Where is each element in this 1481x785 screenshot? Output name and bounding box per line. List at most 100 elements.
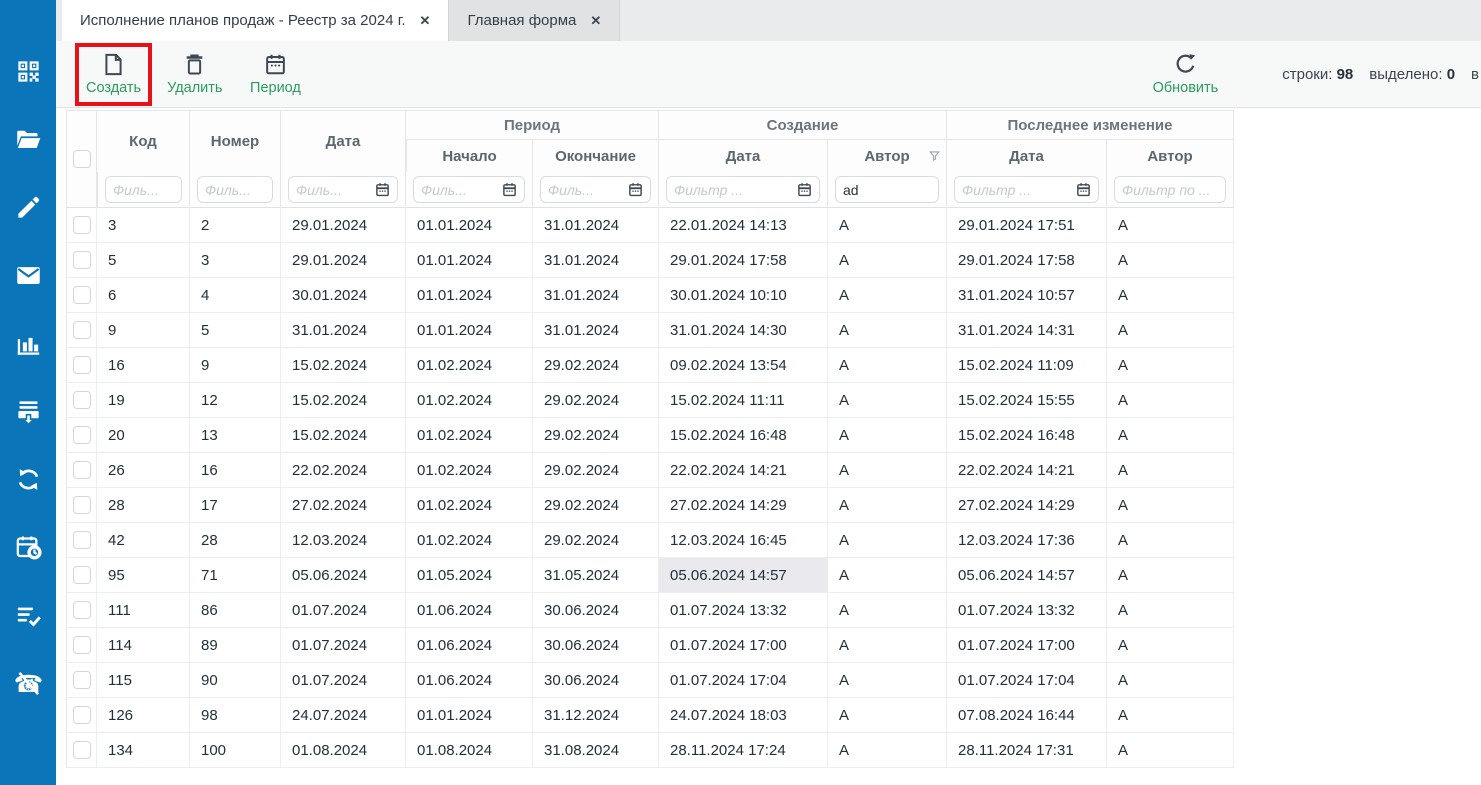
sidebar-item-phone-disabled[interactable]: ☎ xyxy=(15,670,42,697)
cell-period-end[interactable]: 29.02.2024 xyxy=(533,488,659,523)
row-checkbox[interactable] xyxy=(73,391,91,409)
cell-created-author[interactable]: A xyxy=(828,348,947,383)
row-checkbox[interactable] xyxy=(73,636,91,654)
cell-modified-author[interactable]: A xyxy=(1107,348,1234,383)
cell-modified-author[interactable]: A xyxy=(1107,663,1234,698)
table-row[interactable]: 16 9 15.02.2024 01.02.2024 29.02.2024 09… xyxy=(66,348,1234,383)
table-row[interactable]: 134 100 01.08.2024 01.08.2024 31.08.2024… xyxy=(66,733,1234,768)
cell-modified-date[interactable]: 07.08.2024 16:44 xyxy=(947,698,1107,733)
table-row[interactable]: 3 2 29.01.2024 01.01.2024 31.01.2024 22.… xyxy=(66,208,1234,243)
cell-created-author[interactable]: A xyxy=(828,453,947,488)
cell-modified-date[interactable]: 31.01.2024 10:57 xyxy=(947,278,1107,313)
cell-number[interactable]: 12 xyxy=(190,383,281,418)
row-checkbox[interactable] xyxy=(73,566,91,584)
cell-modified-author[interactable]: A xyxy=(1107,278,1234,313)
cell-created-author[interactable]: A xyxy=(828,488,947,523)
cell-number[interactable]: 13 xyxy=(190,418,281,453)
cell-created-date[interactable]: 29.01.2024 17:58 xyxy=(659,243,828,278)
cell-modified-date[interactable]: 05.06.2024 14:57 xyxy=(947,558,1107,593)
close-icon[interactable]: ✕ xyxy=(590,13,601,29)
cell-created-author[interactable]: A xyxy=(828,698,947,733)
row-checkbox[interactable] xyxy=(73,321,91,339)
sidebar-item-bar-chart[interactable] xyxy=(15,330,42,357)
sidebar-item-list-download[interactable] xyxy=(15,398,42,425)
cell-period-end[interactable]: 29.02.2024 xyxy=(533,523,659,558)
cell-modified-date[interactable]: 15.02.2024 15:55 xyxy=(947,383,1107,418)
cell-created-date[interactable]: 15.02.2024 16:48 xyxy=(659,418,828,453)
cell-modified-date[interactable]: 15.02.2024 16:48 xyxy=(947,418,1107,453)
cell-period-start[interactable]: 01.01.2024 xyxy=(406,698,533,733)
cell-created-date[interactable]: 01.07.2024 13:32 xyxy=(659,593,828,628)
cell-period-end[interactable]: 31.05.2024 xyxy=(533,558,659,593)
cell-created-date[interactable]: 22.02.2024 14:21 xyxy=(659,453,828,488)
cell-modified-author[interactable]: A xyxy=(1107,208,1234,243)
cell-date[interactable]: 01.07.2024 xyxy=(281,663,406,698)
table-row[interactable]: 126 98 24.07.2024 01.01.2024 31.12.2024 … xyxy=(66,698,1234,733)
cell-period-end[interactable]: 31.01.2024 xyxy=(533,278,659,313)
filter-input-period-start[interactable] xyxy=(421,182,497,198)
cell-created-author[interactable]: A xyxy=(828,523,947,558)
cell-period-end[interactable]: 29.02.2024 xyxy=(533,453,659,488)
cell-period-start[interactable]: 01.01.2024 xyxy=(406,243,533,278)
filter-input-date[interactable] xyxy=(296,182,370,198)
cell-modified-author[interactable]: A xyxy=(1107,733,1234,768)
cell-created-date[interactable]: 24.07.2024 18:03 xyxy=(659,698,828,733)
cell-created-date[interactable]: 22.01.2024 14:13 xyxy=(659,208,828,243)
calendar-picker-icon[interactable] xyxy=(797,182,812,197)
table-row[interactable]: 111 86 01.07.2024 01.06.2024 30.06.2024 … xyxy=(66,593,1234,628)
cell-modified-author[interactable]: A xyxy=(1107,453,1234,488)
cell-modified-date[interactable]: 31.01.2024 14:31 xyxy=(947,313,1107,348)
table-row[interactable]: 9 5 31.01.2024 01.01.2024 31.01.2024 31.… xyxy=(66,313,1234,348)
period-button[interactable]: Период xyxy=(242,47,308,101)
cell-code[interactable]: 95 xyxy=(97,558,190,593)
filter-input-modified-date[interactable] xyxy=(962,182,1071,198)
row-checkbox[interactable] xyxy=(73,356,91,374)
cell-number[interactable]: 3 xyxy=(190,243,281,278)
cell-date[interactable]: 31.01.2024 xyxy=(281,313,406,348)
cell-code[interactable]: 6 xyxy=(97,278,190,313)
cell-code[interactable]: 3 xyxy=(97,208,190,243)
cell-period-end[interactable]: 29.02.2024 xyxy=(533,383,659,418)
table-row[interactable]: 28 17 27.02.2024 01.02.2024 29.02.2024 2… xyxy=(66,488,1234,523)
cell-modified-date[interactable]: 01.07.2024 17:00 xyxy=(947,628,1107,663)
cell-modified-author[interactable]: A xyxy=(1107,488,1234,523)
cell-created-author[interactable]: A xyxy=(828,278,947,313)
calendar-picker-icon[interactable] xyxy=(375,182,390,197)
cell-date[interactable]: 01.07.2024 xyxy=(281,593,406,628)
column-header-period-start[interactable]: Начало xyxy=(406,140,533,172)
table-row[interactable]: 26 16 22.02.2024 01.02.2024 29.02.2024 2… xyxy=(66,453,1234,488)
cell-period-end[interactable]: 30.06.2024 xyxy=(533,593,659,628)
cell-modified-author[interactable]: A xyxy=(1107,523,1234,558)
cell-number[interactable]: 17 xyxy=(190,488,281,523)
cell-created-author[interactable]: A xyxy=(828,208,947,243)
row-checkbox[interactable] xyxy=(73,426,91,444)
table-row[interactable]: 114 89 01.07.2024 01.06.2024 30.06.2024 … xyxy=(66,628,1234,663)
cell-created-author[interactable]: A xyxy=(828,418,947,453)
cell-created-date[interactable]: 01.07.2024 17:00 xyxy=(659,628,828,663)
cell-modified-author[interactable]: A xyxy=(1107,243,1234,278)
cell-created-author[interactable]: A xyxy=(828,733,947,768)
sidebar-item-envelope[interactable] xyxy=(15,262,42,289)
sidebar-item-list-check[interactable] xyxy=(15,602,42,629)
close-icon[interactable]: ✕ xyxy=(420,13,431,29)
cell-period-start[interactable]: 01.01.2024 xyxy=(406,208,533,243)
cell-code[interactable]: 114 xyxy=(97,628,190,663)
cell-number[interactable]: 98 xyxy=(190,698,281,733)
table-row[interactable]: 6 4 30.01.2024 01.01.2024 31.01.2024 30.… xyxy=(66,278,1234,313)
cell-period-start[interactable]: 01.02.2024 xyxy=(406,348,533,383)
cell-code[interactable]: 26 xyxy=(97,453,190,488)
cell-modified-date[interactable]: 28.11.2024 17:31 xyxy=(947,733,1107,768)
filter-input-created-author[interactable] xyxy=(843,182,931,198)
row-checkbox[interactable] xyxy=(73,601,91,619)
column-header-period-end[interactable]: Окончание xyxy=(533,140,659,172)
row-checkbox[interactable] xyxy=(73,216,91,234)
cell-modified-date[interactable]: 27.02.2024 14:29 xyxy=(947,488,1107,523)
cell-modified-date[interactable]: 22.02.2024 14:21 xyxy=(947,453,1107,488)
column-header-number[interactable]: Номер xyxy=(190,110,281,172)
cell-period-end[interactable]: 29.02.2024 xyxy=(533,348,659,383)
cell-created-author[interactable]: A xyxy=(828,313,947,348)
cell-code[interactable]: 42 xyxy=(97,523,190,558)
delete-button[interactable]: Удалить xyxy=(161,47,228,101)
cell-code[interactable]: 9 xyxy=(97,313,190,348)
cell-period-start[interactable]: 01.06.2024 xyxy=(406,663,533,698)
